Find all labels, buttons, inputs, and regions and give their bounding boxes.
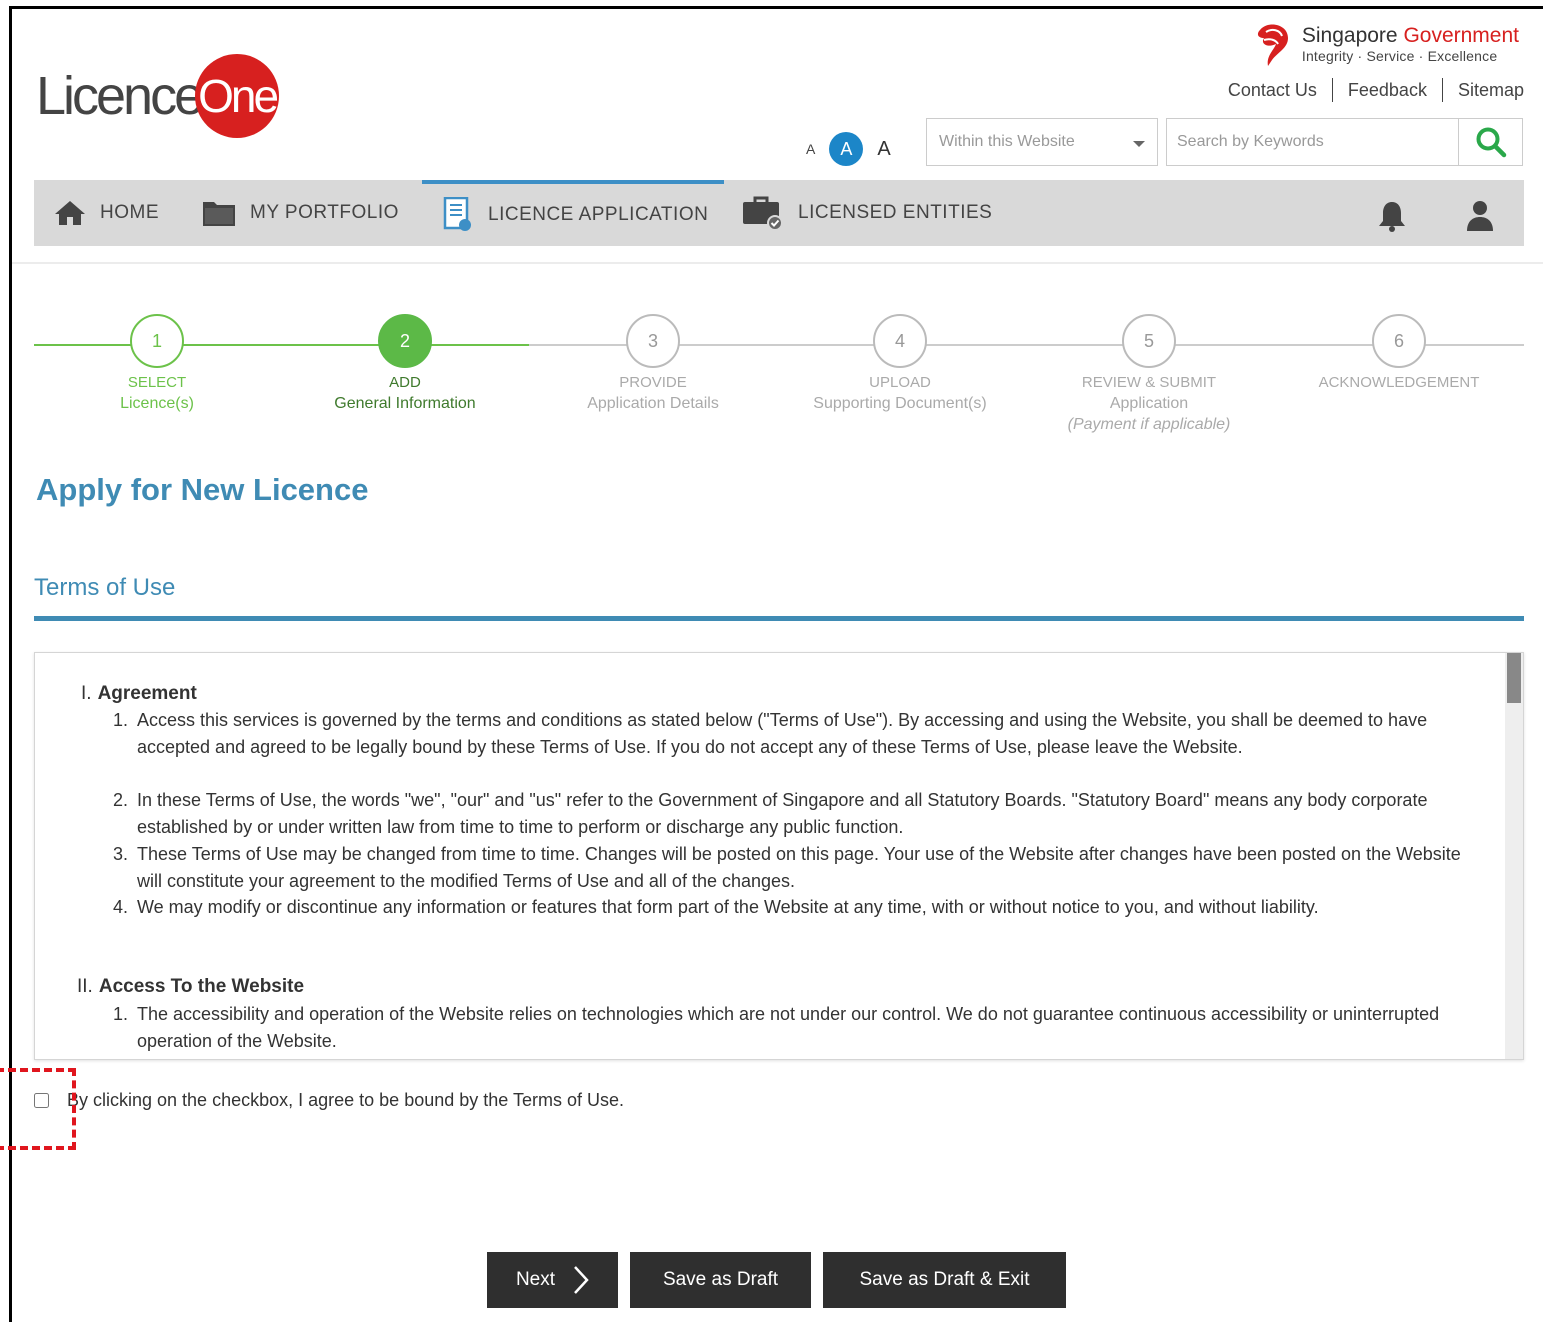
font-size-controls: A A A	[806, 132, 891, 166]
sitemap-link[interactable]: Sitemap	[1443, 80, 1524, 101]
terms-item: 3. These Terms of Use may be changed fro…	[113, 841, 1477, 894]
gov-title: Singapore Government	[1302, 25, 1519, 46]
bell-icon[interactable]	[1376, 200, 1408, 232]
nav-my-portfolio[interactable]: MY PORTFOLIO	[202, 180, 399, 246]
step-2-number: 2	[378, 314, 432, 368]
application-stepper: 1 SELECT Licence(s) 2 ADD General Informat…	[34, 300, 1524, 450]
terms-item-text: We may modify or discontinue any informa…	[137, 897, 1319, 917]
search-input[interactable]	[1166, 118, 1458, 166]
step-5-title: REVIEW & SUBMIT	[1081, 374, 1217, 391]
font-size-large-button[interactable]: A	[877, 138, 890, 161]
merlion-icon	[1257, 24, 1288, 66]
chevron-right-icon	[574, 1266, 589, 1294]
next-button-label: Next	[515, 1269, 556, 1290]
terms-item: 4. We may modify or discontinue any info…	[113, 894, 1477, 921]
step-2-title: ADD	[389, 374, 421, 391]
step-1-subtitle: Licence(s)	[120, 395, 194, 412]
nav-licensed-entities[interactable]: LICENSED ENTITIES	[742, 180, 992, 246]
page-title: Apply for New Licence	[36, 472, 369, 507]
terms-section-heading: II. Access To the Website	[77, 974, 304, 1001]
step-5-number: 5	[1122, 314, 1176, 368]
terms-section-title: Access To the Website	[98, 976, 305, 997]
step-3-subtitle: Application Details	[587, 395, 719, 412]
nav-licence-application-label: LICENCE APPLICATION	[488, 204, 709, 225]
feedback-link[interactable]: Feedback	[1333, 80, 1442, 101]
document-icon	[443, 197, 471, 231]
utility-links: Contact Us Feedback Sitemap	[1213, 78, 1524, 102]
step-3: 3 PROVIDE Application Details	[533, 314, 773, 414]
gov-title-plain: Singapore	[1301, 23, 1404, 47]
step-5: 5 REVIEW & SUBMIT Application (Payment if …	[1029, 314, 1269, 435]
terms-scrollbar-thumb[interactable]	[1507, 653, 1521, 703]
save-draft-exit-button[interactable]: Save as Draft & Exit	[823, 1252, 1066, 1308]
nav-home-label: HOME	[100, 202, 159, 223]
terms-item-number: 1.	[113, 710, 129, 730]
step-3-number: 3	[626, 314, 680, 368]
section-title: Terms of Use	[34, 574, 176, 601]
step-3-title: PROVIDE	[619, 374, 687, 391]
terms-item: 1. Access this services is governed by t…	[113, 707, 1477, 760]
step-4: 4 UPLOAD Supporting Document(s)	[780, 314, 1020, 414]
terms-item-text: These Terms of Use may be changed from t…	[137, 844, 1461, 891]
terms-item-number: 1.	[113, 1004, 129, 1024]
step-1-number: 1	[130, 314, 184, 368]
step-5-subtitle: Application	[1109, 395, 1189, 412]
agree-terms-label: By clicking on the checkbox, I agree to …	[67, 1090, 624, 1110]
user-icon[interactable]	[1466, 200, 1494, 232]
search-scope-value: Within this Website	[939, 133, 1075, 150]
section-divider	[34, 616, 1524, 621]
font-size-small-button[interactable]: A	[806, 141, 815, 157]
step-6-title: ACKNOWLEDGEMENT	[1318, 374, 1480, 391]
step-6-number: 6	[1372, 314, 1426, 368]
terms-item: 2. In these Terms of Use, the words "we"…	[113, 787, 1477, 840]
licenceone-logo[interactable]: Licence One	[36, 54, 280, 138]
header-divider	[12, 262, 1543, 264]
next-button[interactable]: Next	[487, 1252, 618, 1308]
terms-section-heading: I. Agreement	[81, 681, 197, 708]
step-2-subtitle: General Information	[334, 395, 476, 412]
terms-section-number: I.	[81, 683, 92, 704]
terms-section-number: II.	[77, 976, 93, 997]
terms-of-use-panel[interactable]: I. Agreement 1. Access this services is g…	[34, 652, 1524, 1060]
search-icon	[1476, 127, 1506, 158]
step-4-number: 4	[873, 314, 927, 368]
terms-item-text: Access this services is governed by the …	[137, 710, 1428, 757]
contact-us-link[interactable]: Contact Us	[1213, 80, 1332, 101]
terms-item-number: 2.	[113, 790, 129, 810]
nav-home[interactable]: HOME	[54, 180, 159, 246]
folder-icon	[203, 202, 235, 226]
briefcase-check-icon	[743, 196, 783, 230]
logo-text: Licence	[36, 66, 204, 126]
nav-my-portfolio-label: MY PORTFOLIO	[250, 202, 399, 223]
home-icon	[55, 201, 85, 225]
terms-item: 1. The accessibility and operation of th…	[113, 1001, 1477, 1054]
search-button[interactable]	[1458, 118, 1523, 166]
step-1: 1 SELECT Licence(s)	[37, 314, 277, 414]
main-nav: HOME MY PORTFOLIO LICENCE APPLICATION LI…	[34, 180, 1524, 246]
caret-down-icon	[1133, 141, 1145, 147]
terms-item-text: In these Terms of Use, the words "we", "…	[137, 790, 1428, 837]
gov-title-red: Government	[1403, 23, 1519, 47]
checkbox-highlight-box	[0, 1068, 76, 1150]
terms-section-title: Agreement	[97, 683, 197, 704]
step-6: 6 ACKNOWLEDGEMENT	[1279, 314, 1519, 393]
step-4-title: UPLOAD	[869, 374, 931, 391]
terms-scrollbar[interactable]	[1505, 653, 1523, 1059]
nav-licensed-entities-label: LICENSED ENTITIES	[798, 202, 993, 223]
logo-circle: One	[195, 54, 280, 138]
nav-licence-application[interactable]: LICENCE APPLICATION	[422, 180, 724, 246]
step-1-title: SELECT	[127, 374, 187, 391]
font-size-medium-button[interactable]: A	[829, 132, 864, 166]
singapore-government-logo[interactable]: Singapore Government Integrity · Service…	[1254, 22, 1519, 66]
step-2: 2 ADD General Information	[285, 314, 525, 414]
gov-tagline: Integrity · Service · Excellence	[1301, 47, 1498, 64]
terms-agreement-row: By clicking on the checkbox, I agree to …	[34, 1090, 624, 1111]
search-scope-select[interactable]: Within this Website	[926, 118, 1158, 166]
step-5-note: (Payment if applicable)	[1067, 416, 1231, 433]
terms-item-number: 3.	[113, 844, 129, 864]
step-4-subtitle: Supporting Document(s)	[813, 395, 987, 412]
terms-item-number: 4.	[113, 897, 129, 917]
terms-item-text: The accessibility and operation of the W…	[137, 1004, 1440, 1051]
save-draft-button[interactable]: Save as Draft	[630, 1252, 811, 1308]
